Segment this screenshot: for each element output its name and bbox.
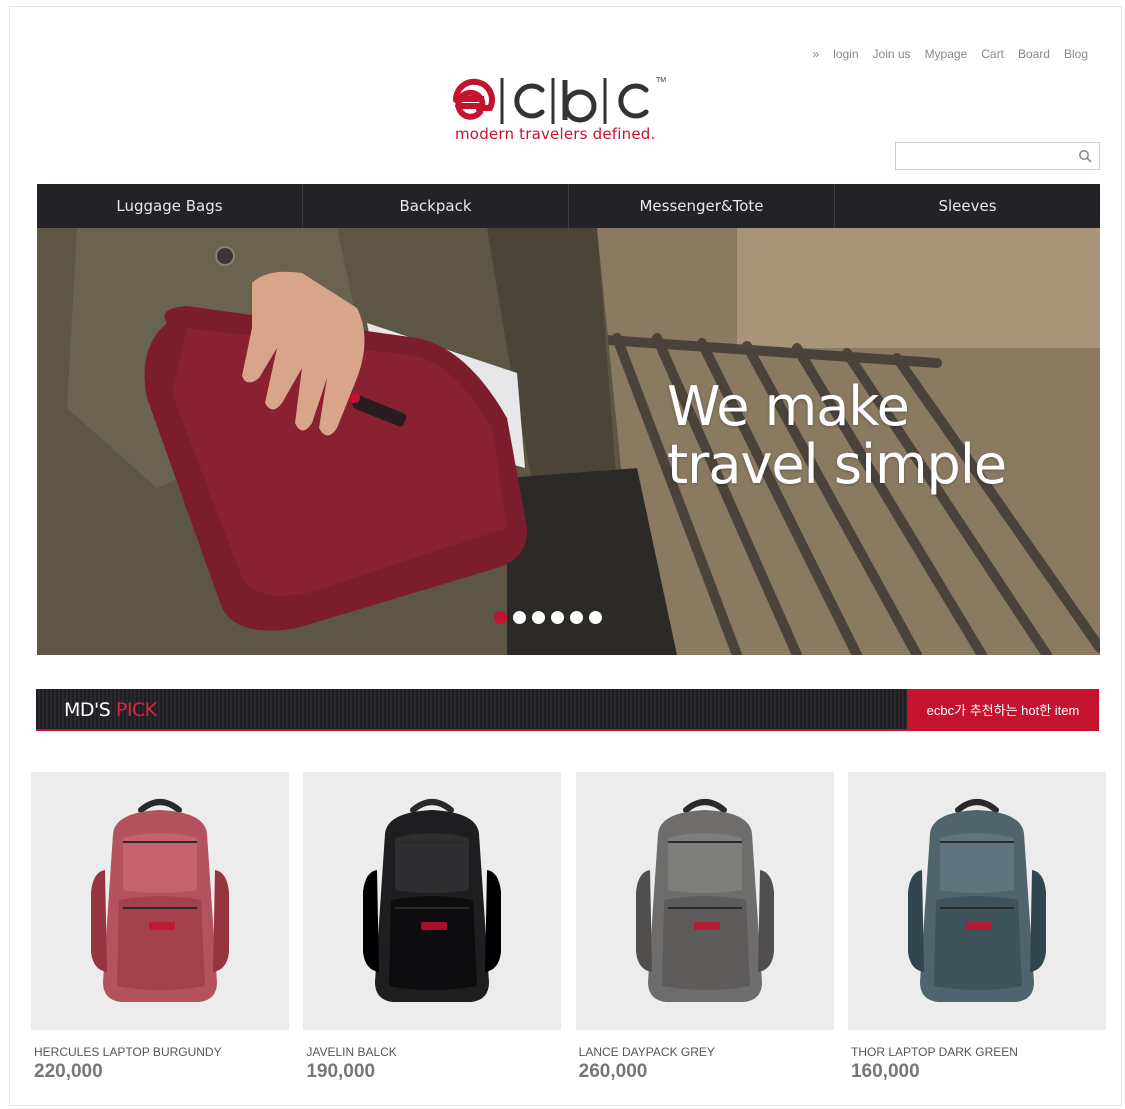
nav-item-messenger-tote[interactable]: Messenger&Tote	[569, 184, 835, 228]
nav-item-sleeves[interactable]: Sleeves	[835, 184, 1100, 228]
product-price: 260,000	[578, 1061, 648, 1082]
backpack-image	[363, 799, 502, 1002]
nav-item-backpack[interactable]: Backpack	[303, 184, 569, 228]
product-price: 190,000	[306, 1061, 376, 1082]
product-price: 220,000	[34, 1061, 103, 1082]
slider-dot-2[interactable]	[513, 611, 526, 624]
slider-dot-6[interactable]	[589, 611, 602, 624]
slider-dot-5[interactable]	[570, 611, 583, 624]
product-card[interactable]: THOR LAPTOP DARK GREEN 160,000	[847, 772, 1106, 1083]
search-input[interactable]	[896, 143, 1071, 169]
product-price: 160,000	[850, 1061, 920, 1082]
slider-dot-3[interactable]	[532, 611, 545, 624]
product-image[interactable]	[847, 772, 1106, 1030]
join-us-link[interactable]: Join us	[873, 47, 911, 61]
product-name[interactable]: LANCE DAYPACK GREY	[579, 1045, 834, 1059]
product-card[interactable]: HERCULES LAPTOP BURGUNDY 220,000	[31, 772, 289, 1083]
product-image[interactable]	[31, 772, 289, 1030]
md-pick-badge: ecbc가 추천하는 hot한 item	[907, 689, 1099, 729]
product-card[interactable]: JAVELIN BALCK 190,000	[303, 772, 562, 1083]
md-pick-title-accent: PICK	[115, 699, 157, 721]
product-name[interactable]: JAVELIN BALCK	[306, 1045, 561, 1059]
top-links-arrow: »	[812, 47, 820, 61]
backpack-image	[907, 799, 1046, 1002]
hero-slogan-line-1: We make	[667, 375, 910, 438]
slider-dot-1[interactable]	[494, 611, 507, 624]
main-nav: Luggage Bags Backpack Messenger&Tote Sle…	[37, 184, 1100, 228]
hero-slogan-line-2: travel simple	[667, 433, 1007, 496]
top-links: » login Join us Mypage Cart Board Blog	[812, 47, 1088, 61]
product-card[interactable]: LANCE DAYPACK GREY 260,000	[575, 772, 834, 1083]
search-box	[895, 142, 1100, 170]
product-image[interactable]	[575, 772, 834, 1030]
slider-dot-4[interactable]	[551, 611, 564, 624]
blog-link[interactable]: Blog	[1064, 47, 1088, 61]
md-pick-title-main: MD'S	[64, 699, 111, 721]
backpack-image	[635, 799, 774, 1002]
svg-text:TM: TM	[656, 77, 666, 84]
search-icon[interactable]	[1078, 149, 1092, 163]
brand-tagline: modern travelers defined.	[455, 125, 656, 143]
product-image[interactable]	[303, 772, 562, 1030]
hero-slogan: We make travel simple	[667, 375, 1007, 496]
ecbc-logo-mark: TM	[452, 77, 666, 124]
hero-banner[interactable]: We make travel simple	[37, 228, 1100, 655]
product-name[interactable]: HERCULES LAPTOP BURGUNDY	[34, 1045, 289, 1059]
slider-dots	[494, 611, 602, 624]
md-pick-title: MD'S PICK	[64, 699, 157, 721]
product-list: HERCULES LAPTOP BURGUNDY 220,000 JAVELIN…	[31, 772, 1106, 1083]
cart-link[interactable]: Cart	[981, 47, 1004, 61]
backpack-image	[91, 799, 229, 1002]
nav-item-luggage-bags[interactable]: Luggage Bags	[37, 184, 303, 228]
board-link[interactable]: Board	[1018, 47, 1050, 61]
login-link[interactable]: login	[833, 47, 858, 61]
mypage-link[interactable]: Mypage	[925, 47, 968, 61]
product-name[interactable]: THOR LAPTOP DARK GREEN	[851, 1045, 1106, 1059]
md-pick-header: MD'S PICK ecbc가 추천하는 hot한 item	[36, 689, 1099, 731]
